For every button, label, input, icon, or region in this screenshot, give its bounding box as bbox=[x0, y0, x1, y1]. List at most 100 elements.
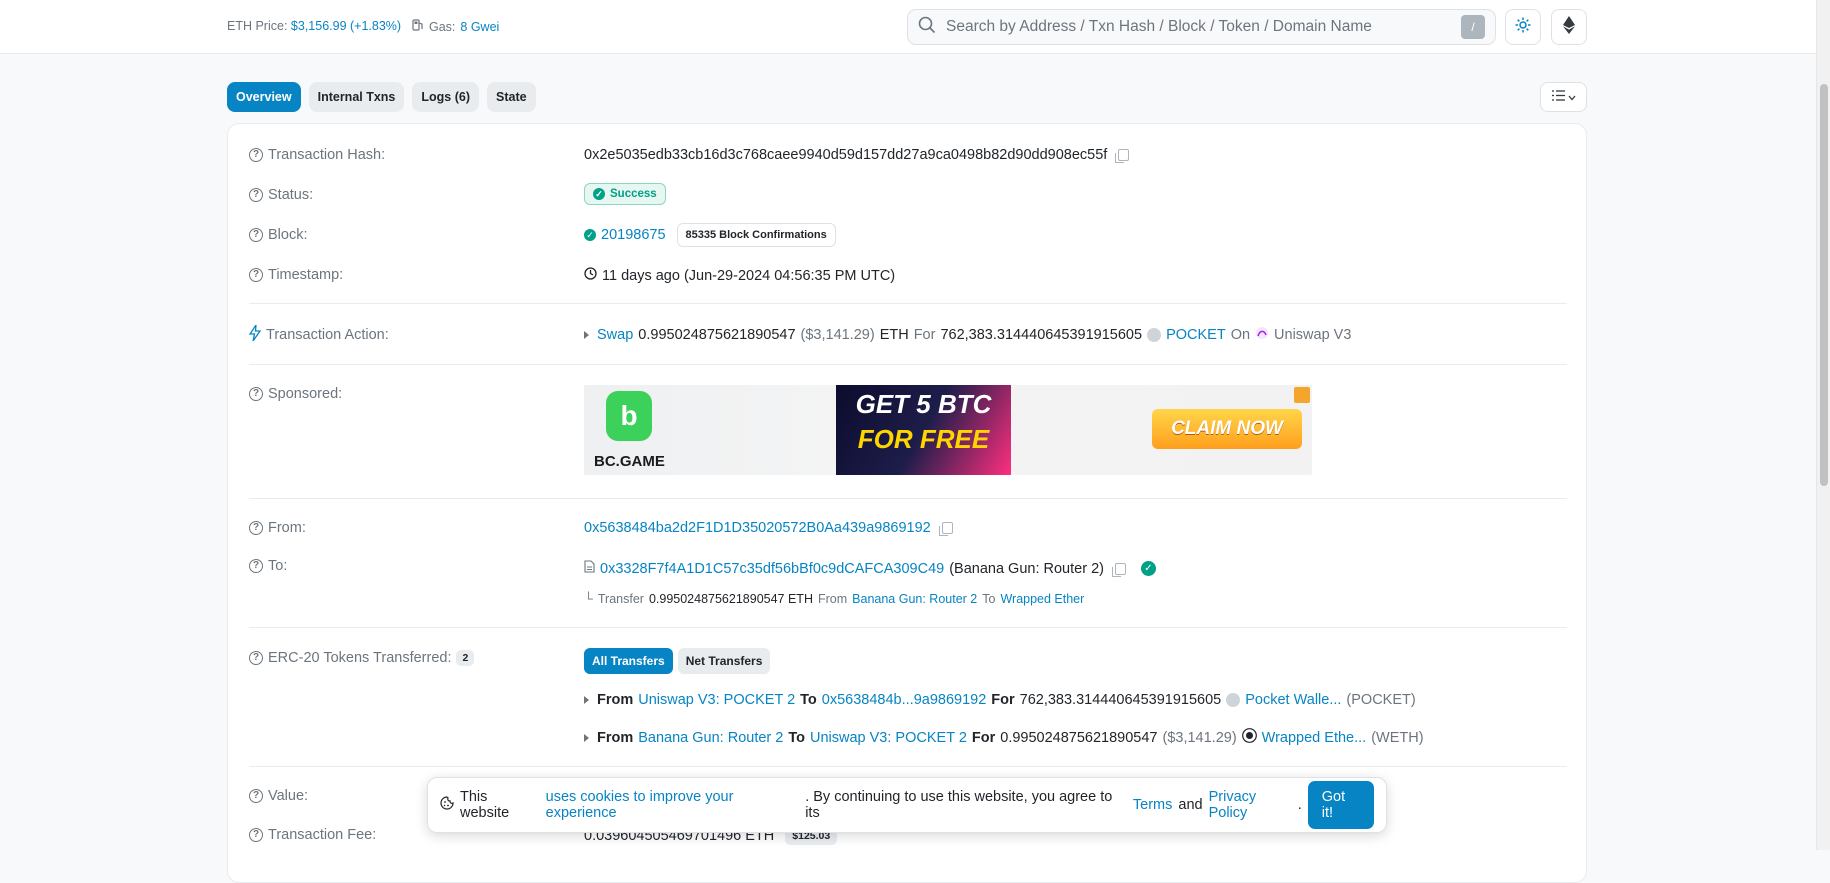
ad-promo: GET 5 BTC FOR FREE bbox=[836, 385, 1011, 475]
action-dex: Uniswap V3 bbox=[1274, 327, 1352, 343]
from-address-link[interactable]: 0x5638484ba2d2F1D1D35020572B0Aa439a98691… bbox=[584, 520, 931, 536]
transaction-tabs: Overview Internal Txns Logs (6) State bbox=[227, 82, 536, 112]
theme-toggle-button[interactable] bbox=[1505, 9, 1541, 45]
action-token-amount: 762,383.314440645391915605 bbox=[940, 327, 1143, 343]
internal-transfer-from-link[interactable]: Banana Gun: Router 2 bbox=[852, 592, 977, 606]
erc20-filter-tabs: All Transfers Net Transfers bbox=[584, 648, 771, 674]
transfer-to-link[interactable]: Uniswap V3: POCKET 2 bbox=[810, 730, 967, 746]
net-transfers-button[interactable]: Net Transfers bbox=[677, 648, 771, 674]
search-input[interactable]: Search by Address / Txn Hash / Block / T… bbox=[946, 18, 1451, 36]
copy-icon[interactable] bbox=[1111, 562, 1126, 577]
cookie-and: and bbox=[1178, 797, 1203, 813]
status-text: Success bbox=[610, 188, 657, 200]
pocket-token-icon bbox=[1147, 328, 1162, 342]
internal-transfer-to-link[interactable]: Wrapped Ether bbox=[1000, 592, 1084, 606]
tx-action-value: Swap 0.995024875621890547 ($3,141.29) ET… bbox=[584, 326, 1351, 344]
sponsored-label: ? Sponsored: bbox=[249, 386, 342, 402]
tx-hash-label: ? Transaction Hash: bbox=[249, 147, 385, 163]
scrollbar-thumb[interactable] bbox=[1820, 84, 1828, 486]
ad-cta-button[interactable]: CLAIM NOW bbox=[1152, 409, 1302, 449]
erc20-count-badge: 2 bbox=[456, 650, 475, 666]
transfer-token-link[interactable]: Pocket Walle... bbox=[1245, 692, 1341, 708]
all-transfers-button[interactable]: All Transfers bbox=[584, 648, 673, 674]
help-icon: ? bbox=[249, 228, 263, 242]
fee-label: ? Transaction Fee: bbox=[249, 827, 376, 843]
status-value: ✓ Success bbox=[584, 183, 666, 205]
action-amount: 0.995024875621890547 bbox=[638, 327, 796, 343]
privacy-policy-link[interactable]: Privacy Policy bbox=[1209, 789, 1298, 821]
block-number-link[interactable]: 20198675 bbox=[601, 227, 666, 243]
transfer-from-word: From bbox=[597, 729, 634, 746]
cookie-dot: . bbox=[1297, 797, 1302, 813]
gas-value[interactable]: 8 Gwei bbox=[460, 20, 499, 34]
ad-line-1: GET 5 BTC bbox=[855, 389, 992, 419]
tx-hash: 0x2e5035edb33cb16d3c768caee9940d59d157dd… bbox=[584, 147, 1108, 163]
ethereum-icon bbox=[1563, 16, 1575, 38]
timestamp-text: 11 days ago (Jun-29-2024 04:56:35 PM UTC… bbox=[602, 267, 896, 284]
gas-price: Gas: 8 Gwei bbox=[412, 19, 499, 34]
action-token-link[interactable]: POCKET bbox=[1166, 327, 1226, 343]
chevron-down-icon bbox=[1568, 89, 1576, 105]
transfer-token-link[interactable]: Wrapped Ethe... bbox=[1262, 730, 1367, 746]
transfer-usd: ($3,141.29) bbox=[1162, 729, 1237, 746]
from-label: ? From: bbox=[249, 520, 306, 536]
ad-brand: BC.GAME bbox=[594, 453, 665, 470]
fee-label-text: Transaction Fee: bbox=[268, 827, 377, 843]
pocket-token-icon bbox=[1226, 693, 1241, 707]
caret-right-icon[interactable] bbox=[584, 331, 589, 339]
verified-check-icon: ✓ bbox=[1140, 561, 1156, 576]
tab-internal-txns[interactable]: Internal Txns bbox=[308, 82, 405, 112]
caret-right-icon[interactable] bbox=[584, 733, 589, 742]
status-label: ? Status: bbox=[249, 187, 313, 203]
terms-link[interactable]: Terms bbox=[1133, 797, 1172, 813]
erc20-transfer-row: From Banana Gun: Router 2 To Uniswap V3:… bbox=[584, 728, 1424, 747]
help-icon: ? bbox=[249, 387, 263, 401]
tab-overview[interactable]: Overview bbox=[227, 82, 301, 112]
internal-transfer-amount: 0.995024875621890547 ETH bbox=[648, 592, 813, 606]
network-button[interactable] bbox=[1551, 9, 1587, 45]
help-icon: ? bbox=[249, 828, 263, 842]
internal-transfer-from-word: From bbox=[817, 592, 848, 606]
clock-icon bbox=[584, 267, 597, 284]
status-label-text: Status: bbox=[268, 187, 314, 203]
internal-transfer: └ Transfer 0.995024875621890547 ETH From… bbox=[584, 592, 1084, 606]
cookie-text-1: This website bbox=[460, 789, 510, 821]
copy-icon[interactable] bbox=[1115, 149, 1130, 163]
value-label-text: Value: bbox=[268, 788, 309, 804]
ad-info-icon[interactable] bbox=[1294, 387, 1310, 403]
cookie-policy-link[interactable]: uses cookies to improve your experience bbox=[546, 789, 806, 821]
caret-right-icon[interactable] bbox=[584, 696, 589, 704]
help-icon: ? bbox=[249, 651, 263, 665]
erc20-label-text: ERC-20 Tokens Transferred: bbox=[268, 650, 452, 666]
copy-icon[interactable] bbox=[938, 522, 953, 536]
transfer-amount: 762,383.314440645391915605 bbox=[1019, 692, 1222, 708]
transfer-from-link[interactable]: Banana Gun: Router 2 bbox=[638, 730, 783, 746]
eth-price-value[interactable]: $3,156.99 (+1.83%) bbox=[291, 19, 401, 33]
tx-action-label: Transaction Action: bbox=[248, 324, 389, 345]
tab-state[interactable]: State bbox=[487, 82, 536, 112]
tx-hash-value: 0x2e5035edb33cb16d3c768caee9940d59d157dd… bbox=[584, 147, 1130, 163]
search-box[interactable]: Search by Address / Txn Hash / Block / T… bbox=[907, 9, 1496, 45]
search-icon bbox=[918, 16, 936, 38]
got-it-button[interactable]: Got it! bbox=[1307, 781, 1374, 829]
internal-transfer-to-word: To bbox=[982, 592, 996, 606]
transfer-from-word: From bbox=[597, 692, 634, 708]
page-scrollbar[interactable] bbox=[1816, 0, 1830, 850]
from-label-text: From: bbox=[268, 520, 306, 536]
transfer-from-link[interactable]: Uniswap V3: POCKET 2 bbox=[638, 692, 795, 708]
transfer-to-word: To bbox=[788, 729, 805, 746]
sponsored-banner[interactable]: b BC.GAME GET 5 BTC FOR FREE CLAIM NOW bbox=[584, 385, 1312, 475]
tab-logs[interactable]: Logs (6) bbox=[412, 82, 479, 112]
action-swap-link[interactable]: Swap bbox=[597, 327, 633, 343]
help-icon: ? bbox=[249, 148, 263, 162]
cookie-banner: This website uses cookies to improve you… bbox=[427, 777, 1387, 833]
gas-pump-icon bbox=[412, 19, 424, 34]
view-options-button[interactable] bbox=[1540, 82, 1587, 112]
transfer-to-link[interactable]: 0x5638484b...9a9869192 bbox=[822, 692, 987, 708]
help-icon: ? bbox=[249, 188, 263, 202]
tx-action-label-text: Transaction Action: bbox=[266, 327, 389, 343]
timestamp-label: ? Timestamp: bbox=[249, 267, 343, 283]
divider bbox=[249, 766, 1567, 767]
erc20-label: ? ERC-20 Tokens Transferred: 2 bbox=[249, 650, 475, 666]
to-address-link[interactable]: 0x3328F7f4A1D1C57c35df56bBf0c9dCAFCA309C… bbox=[600, 561, 944, 577]
